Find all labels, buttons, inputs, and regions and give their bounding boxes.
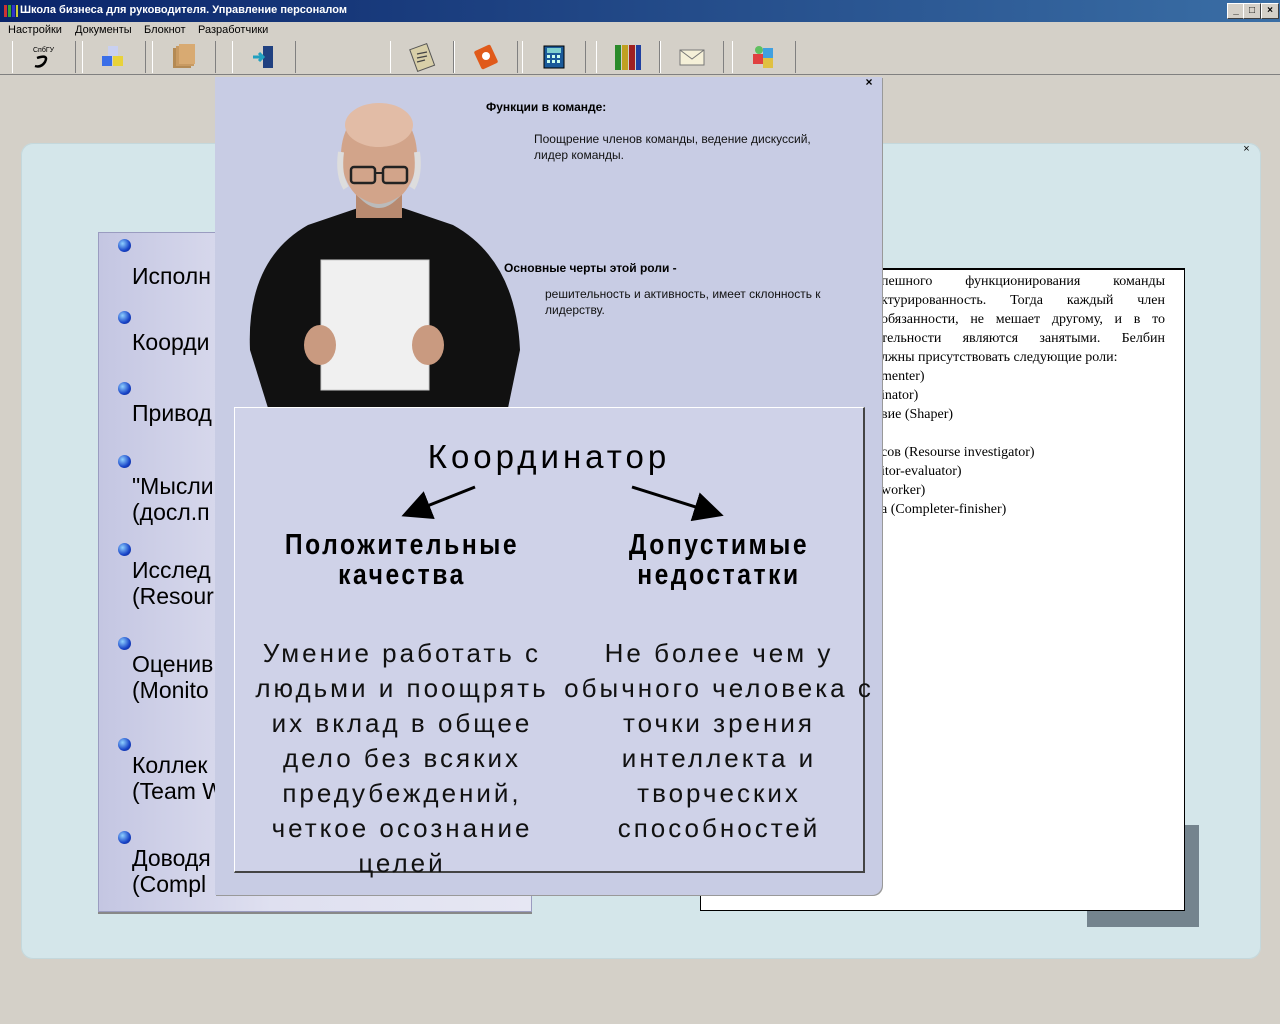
role-card: Координатор Положительные качества Допус…: [234, 407, 871, 878]
functions-title: Функции в команде:: [486, 100, 607, 114]
puzzle-icon: [753, 46, 773, 68]
menu-developers[interactable]: Разработчики: [198, 24, 268, 36]
role-line: worker): [881, 483, 926, 498]
bullet-icon: [118, 382, 131, 395]
window-title: Школа бизнеса для руководителя. Управлен…: [20, 4, 347, 16]
popup-close-icon[interactable]: ×: [863, 76, 875, 89]
weaknesses-heading: Допустимые недостатки: [628, 529, 810, 591]
text-line: лжны присутствовать следующие роли:: [881, 350, 1118, 365]
role-line: inator): [881, 388, 919, 403]
close-button[interactable]: ×: [1261, 3, 1279, 19]
coordinator-portrait-image: [249, 103, 520, 408]
title-bar: Школа бизнеса для руководителя. Управлен…: [0, 0, 1280, 22]
text-line: тельности являются занятыми. Белбин: [881, 331, 1165, 346]
role-line: itor-evaluator): [881, 464, 962, 479]
exit-door-icon: [253, 46, 273, 68]
toolbar-books-button[interactable]: [596, 41, 660, 73]
spb-logo-icon: СпбГУ: [33, 46, 55, 68]
role-line: [881, 424, 1165, 443]
text-line: ктурированность. Тогда каждый член: [881, 293, 1165, 308]
role-line: а (Completer-finisher): [881, 502, 1007, 517]
toolbar-puzzle-button[interactable]: [732, 41, 796, 73]
background-close-icon[interactable]: ×: [1241, 144, 1252, 155]
weaknesses-text: Не более чем у обычного человека с точки…: [564, 638, 874, 843]
bullet-icon: [118, 543, 131, 556]
left-arrow: [401, 485, 476, 520]
folders-icon: [173, 44, 195, 68]
bullet-icon: [118, 239, 131, 252]
text-line: обязанности, не мешает другому, и в то: [881, 312, 1165, 327]
menu-documents[interactable]: Документы: [75, 24, 132, 36]
arrows-diagram: [401, 485, 724, 522]
traits-text: решительность и активность, имеет склонн…: [545, 287, 821, 317]
bullet-icon: [118, 831, 131, 844]
text-line: пешного функционирования команды: [881, 274, 1165, 289]
menu-settings[interactable]: Настройки: [8, 24, 62, 36]
envelope-icon: [679, 49, 705, 66]
toolbar-mail-button[interactable]: [660, 41, 724, 73]
traits-title: Основные черты этой роли -: [504, 261, 677, 275]
toolbar-calculator-button[interactable]: [522, 41, 586, 73]
positive-qualities-text: Умение работать с людьми и поощрять их в…: [255, 638, 549, 878]
toolbar-logo-button[interactable]: СпбГУ: [12, 41, 76, 73]
maximize-button[interactable]: □: [1243, 3, 1261, 19]
svg-text:СпбГУ: СпбГУ: [33, 46, 55, 54]
toolbar-exit-button[interactable]: [232, 41, 296, 73]
toolbar-clipboard-button[interactable]: [390, 41, 454, 73]
bullet-icon: [118, 637, 131, 650]
bullet-icon: [118, 455, 131, 468]
toolbar: СпбГУ: [0, 40, 1280, 75]
menu-notebook[interactable]: Блокнот: [144, 24, 186, 36]
toolbar-folders-button[interactable]: [152, 41, 216, 73]
menu-bar: Настройки Документы Блокнот Разработчики: [0, 22, 1280, 40]
role-line: сов (Resourse investigator): [881, 445, 1035, 460]
right-arrow: [631, 485, 724, 522]
role-line: menter): [881, 369, 925, 384]
notebook-icon: [474, 44, 498, 70]
clipboard-icon: [409, 42, 436, 72]
books-icon: [615, 45, 641, 70]
toolbar-blocks-button[interactable]: [82, 41, 146, 73]
role-line: вие (Shaper): [881, 407, 954, 422]
toolbar-notebook-button[interactable]: [454, 41, 518, 73]
bullet-icon: [118, 311, 131, 324]
bullet-icon: [118, 738, 131, 751]
books-app-icon: [4, 5, 18, 17]
calculator-icon: [543, 45, 565, 69]
positive-qualities-heading: Положительные качества: [284, 529, 520, 591]
functions-text: Поощрение членов команды, ведение дискус…: [534, 132, 811, 162]
blocks-icon: [102, 46, 123, 66]
